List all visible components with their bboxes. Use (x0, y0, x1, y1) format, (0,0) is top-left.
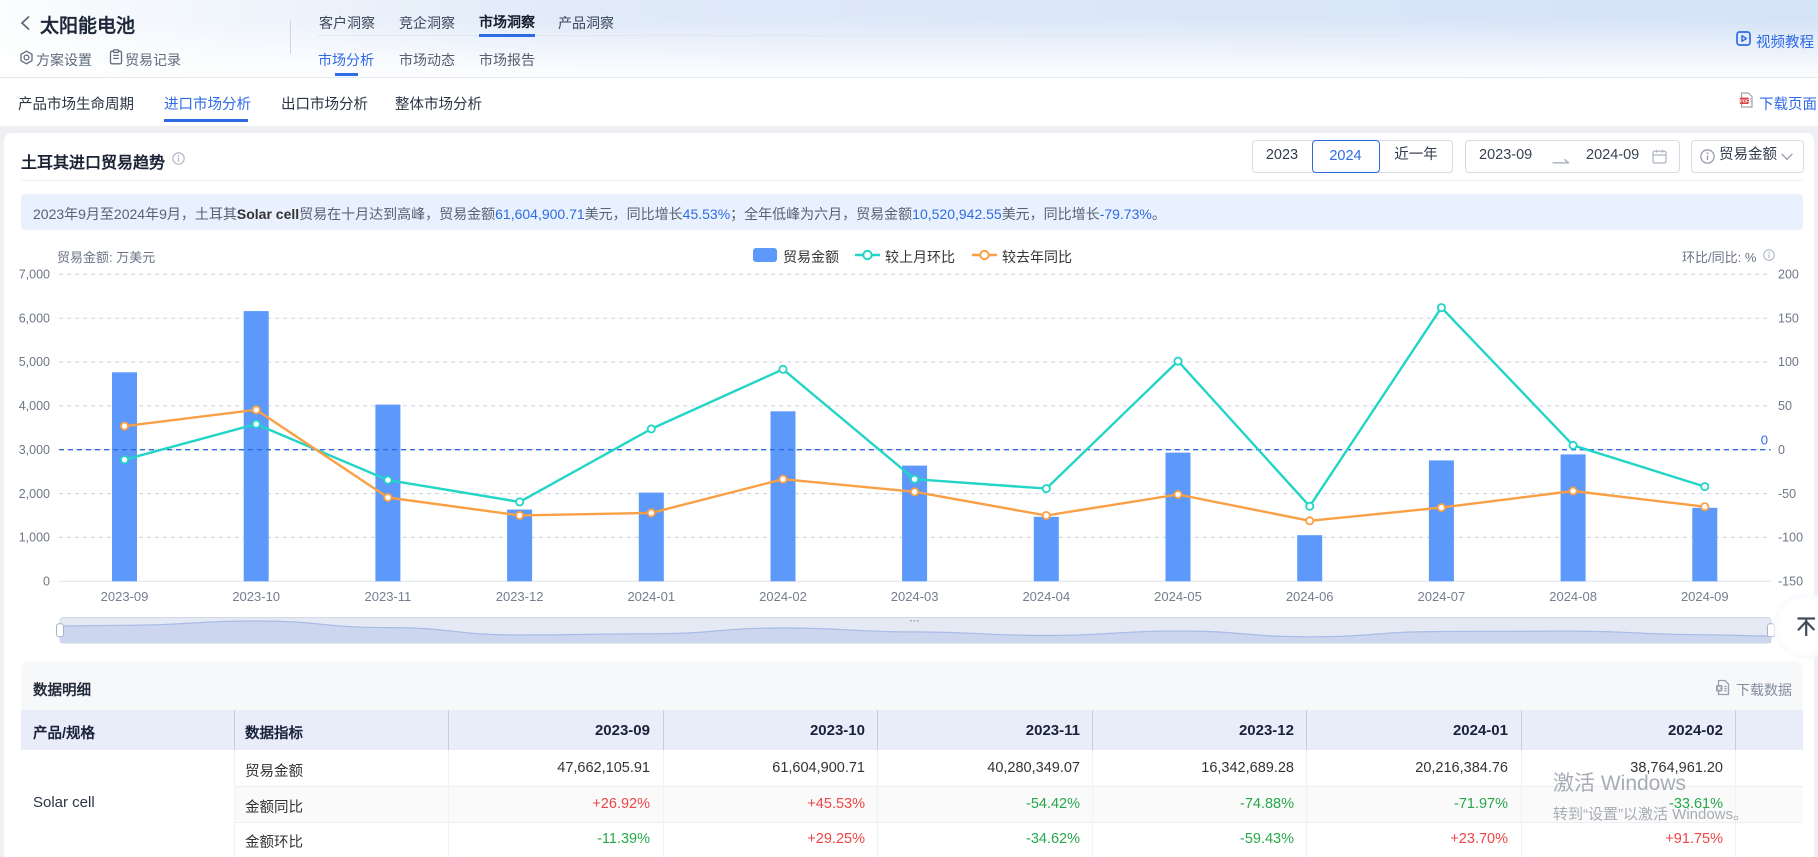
svg-text:2023-11: 2023-11 (365, 589, 412, 604)
svg-text:100: 100 (1778, 355, 1799, 369)
svg-text:6,000: 6,000 (19, 311, 50, 325)
svg-text:5,000: 5,000 (19, 355, 50, 369)
svg-text:2024-07: 2024-07 (1418, 589, 1466, 604)
svg-text:2024-05: 2024-05 (1154, 589, 1202, 604)
svg-text:2023-10: 2023-10 (232, 589, 280, 604)
svg-text:0: 0 (43, 575, 50, 589)
svg-text:7,000: 7,000 (19, 268, 50, 282)
svg-text:2,000: 2,000 (19, 487, 50, 501)
svg-text:2024-09: 2024-09 (1681, 589, 1729, 604)
svg-text:2024-08: 2024-08 (1549, 589, 1597, 604)
svg-text:2024-03: 2024-03 (891, 589, 939, 604)
svg-text:2023-09: 2023-09 (101, 589, 149, 604)
svg-text:3,000: 3,000 (19, 443, 50, 457)
svg-text:2024-04: 2024-04 (1022, 589, 1070, 604)
svg-text:2023-12: 2023-12 (496, 589, 544, 604)
svg-text:-100: -100 (1778, 531, 1803, 545)
svg-text:-50: -50 (1778, 487, 1796, 501)
svg-text:2024-02: 2024-02 (759, 589, 807, 604)
svg-text:0: 0 (1761, 433, 1768, 448)
svg-text:0: 0 (1778, 443, 1785, 457)
svg-text:150: 150 (1778, 311, 1799, 325)
svg-text:4,000: 4,000 (19, 399, 50, 413)
svg-text:200: 200 (1778, 268, 1799, 282)
svg-text:-150: -150 (1778, 575, 1803, 589)
svg-text:1,000: 1,000 (19, 531, 50, 545)
svg-text:2024-06: 2024-06 (1286, 589, 1334, 604)
svg-text:2024-01: 2024-01 (627, 589, 675, 604)
svg-text:50: 50 (1778, 399, 1792, 413)
